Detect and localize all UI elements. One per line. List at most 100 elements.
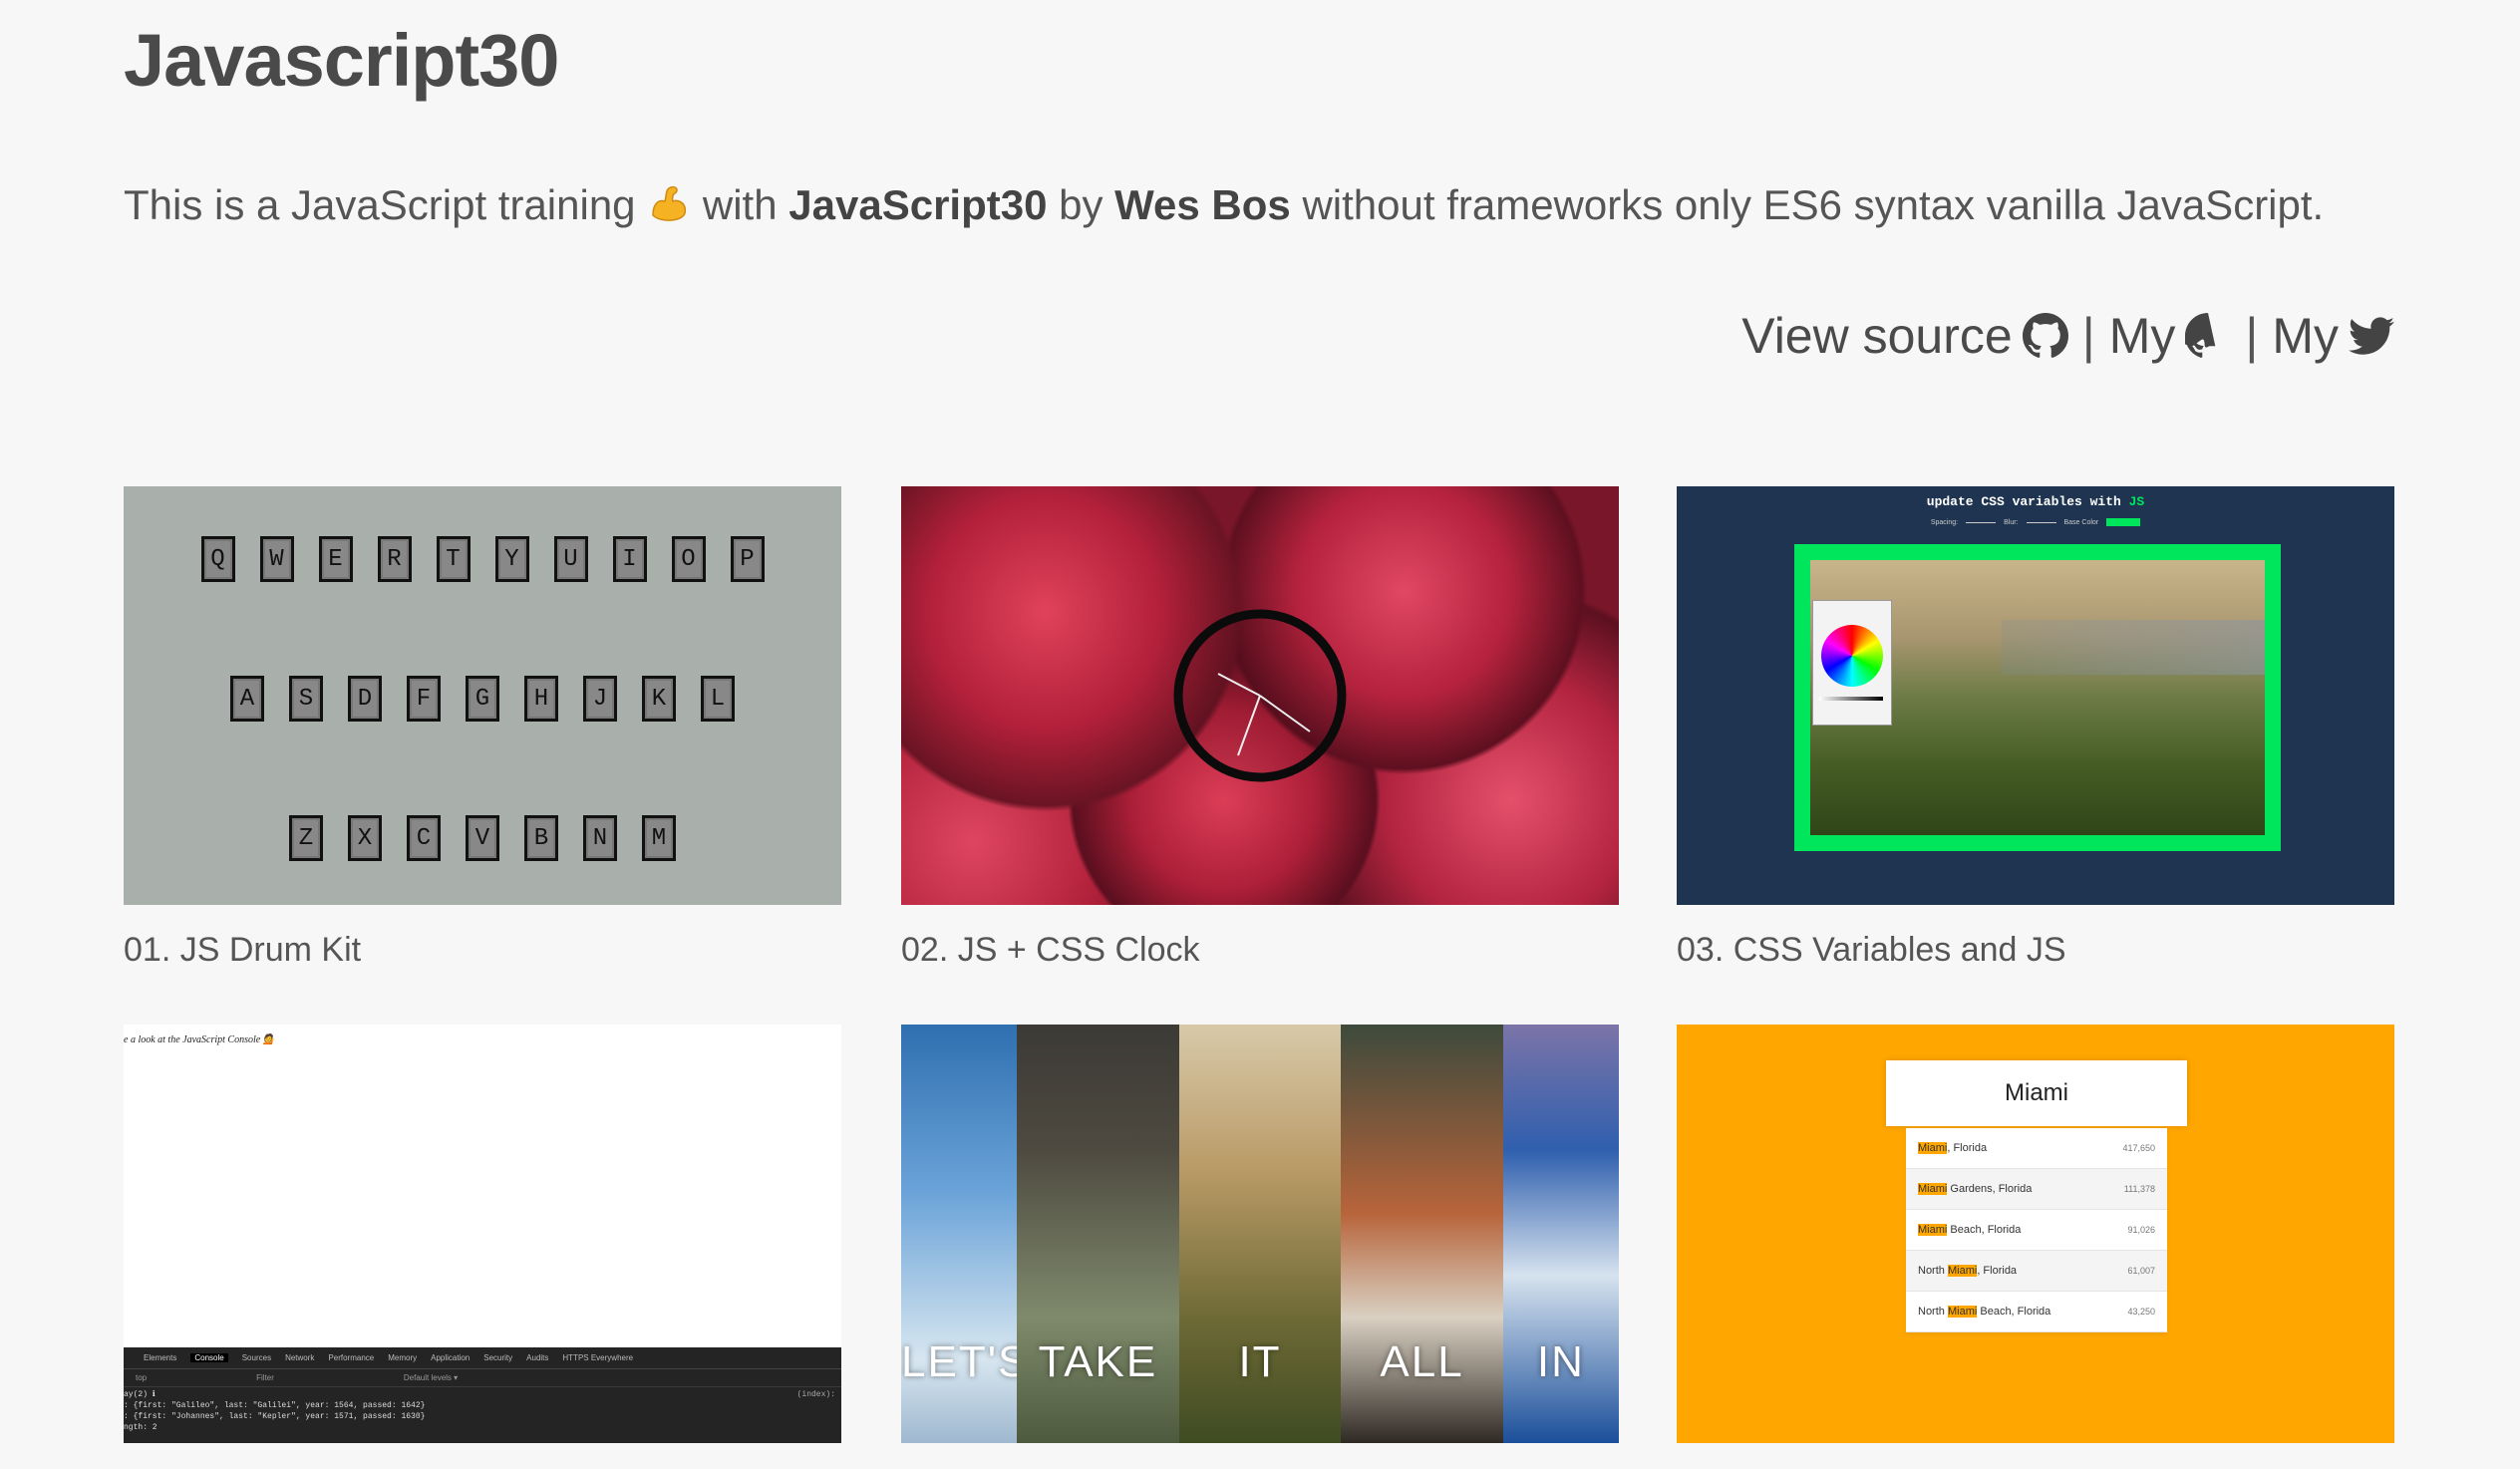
devtools-tabs: Elements Console Sources Network Performance… xyxy=(124,1347,841,1369)
intro-after: without frameworks only ES6 syntax vanil… xyxy=(1302,181,2325,228)
keyboard-row: QWERTYUIOP xyxy=(124,536,841,582)
devtools-tab[interactable]: Console xyxy=(190,1353,228,1362)
drum-key[interactable]: S xyxy=(289,676,323,722)
my-github-link[interactable]: My xyxy=(2109,307,2232,365)
flex-panels-thumbnail[interactable]: LET'S TAKE IT ALL IN xyxy=(901,1025,1619,1443)
suggestion-name: Miami Gardens, Florida xyxy=(1918,1183,2033,1195)
drum-key[interactable]: U xyxy=(553,536,588,582)
panel-word: ALL xyxy=(1380,1337,1464,1386)
flex-panel[interactable]: TAKE xyxy=(1017,1025,1179,1443)
intro-author: Wes Bos xyxy=(1114,181,1291,228)
drum-key[interactable]: W xyxy=(259,536,294,582)
flex-panel[interactable]: ALL xyxy=(1341,1025,1503,1443)
devtools-tab[interactable]: Performance xyxy=(328,1353,374,1362)
color-picker xyxy=(1812,600,1892,726)
intro-with: with xyxy=(702,181,778,228)
vars-heading: update CSS variables with JS xyxy=(1926,494,2145,509)
keyboard-row: ZXCVBNM xyxy=(124,815,841,861)
drum-key[interactable]: T xyxy=(436,536,471,582)
view-source-link[interactable]: View source xyxy=(1741,307,2068,365)
twitter-icon xyxy=(2349,317,2394,355)
github-icon xyxy=(2022,313,2068,358)
match-highlight: Miami xyxy=(1918,1224,1948,1236)
drum-key[interactable]: C xyxy=(407,815,441,861)
drum-key[interactable]: F xyxy=(407,676,441,722)
match-highlight: Miami xyxy=(1947,1306,1978,1318)
intro-by: by xyxy=(1059,181,1103,228)
console-line: : {first: "Johannes", last: "Kepler", ye… xyxy=(124,1412,426,1421)
drum-key[interactable]: K xyxy=(642,676,676,722)
clock-thumbnail[interactable] xyxy=(901,486,1619,905)
suggestion-item[interactable]: Miami Beach, Florida 91,026 xyxy=(1906,1210,2167,1251)
my-twitter-label: My xyxy=(2272,308,2339,364)
population: 91,026 xyxy=(2127,1225,2155,1235)
drum-key[interactable]: R xyxy=(377,536,412,582)
drum-key[interactable]: Z xyxy=(289,815,323,861)
devtools-tab[interactable]: Network xyxy=(285,1353,314,1362)
console-line: ngth: 2 xyxy=(124,1423,158,1432)
devtools-tab[interactable]: Sources xyxy=(242,1353,271,1362)
drum-key[interactable]: L xyxy=(701,676,735,722)
drum-key[interactable]: J xyxy=(583,676,617,722)
drum-key[interactable]: P xyxy=(730,536,765,582)
match-highlight: Miami xyxy=(1918,1142,1948,1154)
drum-key[interactable]: Q xyxy=(200,536,235,582)
css-variables-thumbnail[interactable]: update CSS variables with JS Spacing: Bl… xyxy=(1677,486,2394,905)
my-twitter-link[interactable]: My xyxy=(2272,307,2394,365)
suggestion-item[interactable]: Miami, Florida 417,650 xyxy=(1906,1128,2167,1169)
console-thumbnail[interactable]: e a look at the JavaScript Console 💁 Ele… xyxy=(124,1025,841,1443)
drum-key[interactable]: E xyxy=(318,536,353,582)
drum-key[interactable]: N xyxy=(583,815,617,861)
drum-key[interactable]: H xyxy=(524,676,558,722)
project-card-clock[interactable]: 02. JS + CSS Clock xyxy=(901,486,1619,970)
flex-panel[interactable]: LET'S xyxy=(901,1025,1030,1443)
search-input[interactable]: Miami xyxy=(1886,1060,2187,1126)
population: 417,650 xyxy=(2122,1143,2155,1153)
project-card-console[interactable]: e a look at the JavaScript Console 💁 Ele… xyxy=(124,1025,841,1469)
drum-key[interactable]: M xyxy=(642,815,676,861)
card-caption[interactable]: 03. CSS Variables and JS xyxy=(1677,931,2394,970)
clock-face xyxy=(1173,609,1347,782)
suggestion-item[interactable]: North Miami Beach, Florida 43,250 xyxy=(1906,1292,2167,1332)
intro-text: This is a JavaScript training with JavaS… xyxy=(124,181,2324,229)
suggestion-name: Miami, Florida xyxy=(1918,1142,1988,1154)
devtools-tab[interactable]: Audits xyxy=(526,1353,548,1362)
header-links: View source | My | My xyxy=(1741,307,2394,365)
project-card-drum-kit[interactable]: QWERTYUIOP ASDFGHJKL ZXCVBNM 01. JS Drum… xyxy=(124,486,841,970)
drum-key[interactable]: D xyxy=(348,676,382,722)
devtools-toolbar: top Filter Default levels ▾ xyxy=(124,1369,841,1387)
drum-key[interactable]: Y xyxy=(494,536,529,582)
devtools-tab[interactable]: Elements xyxy=(144,1353,176,1362)
suggestion-item[interactable]: North Miami, Florida 61,007 xyxy=(1906,1251,2167,1292)
github-icon xyxy=(2185,313,2216,358)
drum-kit-thumbnail[interactable]: QWERTYUIOP ASDFGHJKL ZXCVBNM xyxy=(124,486,841,905)
drum-key[interactable]: I xyxy=(612,536,647,582)
suggestion-item[interactable]: Miami Gardens, Florida 111,378 xyxy=(1906,1169,2167,1210)
drum-key[interactable]: X xyxy=(348,815,382,861)
devtools-panel: Elements Console Sources Network Performance… xyxy=(124,1347,841,1443)
project-card-type-ahead[interactable]: Miami Miami, Florida 417,650 Miami Gardens… xyxy=(1677,1025,2394,1469)
flex-panel[interactable]: IT xyxy=(1178,1025,1342,1443)
suggestion-name: Miami Beach, Florida xyxy=(1918,1224,2022,1236)
drum-key[interactable]: O xyxy=(671,536,706,582)
card-caption[interactable]: 01. JS Drum Kit xyxy=(124,931,841,970)
link-separator: | xyxy=(2081,308,2095,364)
card-caption[interactable]: 02. JS + CSS Clock xyxy=(901,931,1619,970)
drum-key[interactable]: A xyxy=(230,676,264,722)
devtools-tab[interactable]: Security xyxy=(483,1353,512,1362)
drum-key[interactable]: V xyxy=(466,815,499,861)
my-github-label: My xyxy=(2108,308,2176,364)
devtools-tab[interactable]: Application xyxy=(431,1353,470,1362)
drum-key[interactable]: G xyxy=(466,676,499,722)
match-highlight: Miami xyxy=(1947,1265,1978,1277)
panel-word: LET'S xyxy=(901,1337,1030,1386)
type-ahead-thumbnail[interactable]: Miami Miami, Florida 417,650 Miami Gardens… xyxy=(1677,1025,2394,1443)
page-title: Javascript30 xyxy=(124,19,559,102)
devtools-tab[interactable]: Memory xyxy=(388,1353,417,1362)
drum-key[interactable]: B xyxy=(524,815,558,861)
devtools-tab[interactable]: HTTPS Everywhere xyxy=(562,1353,633,1362)
project-card-css-variables[interactable]: update CSS variables with JS Spacing: Bl… xyxy=(1677,486,2394,970)
keyboard-row: ASDFGHJKL xyxy=(124,676,841,722)
project-card-flex-panels[interactable]: LET'S TAKE IT ALL IN xyxy=(901,1025,1619,1469)
flex-panel[interactable]: IN xyxy=(1502,1025,1619,1443)
